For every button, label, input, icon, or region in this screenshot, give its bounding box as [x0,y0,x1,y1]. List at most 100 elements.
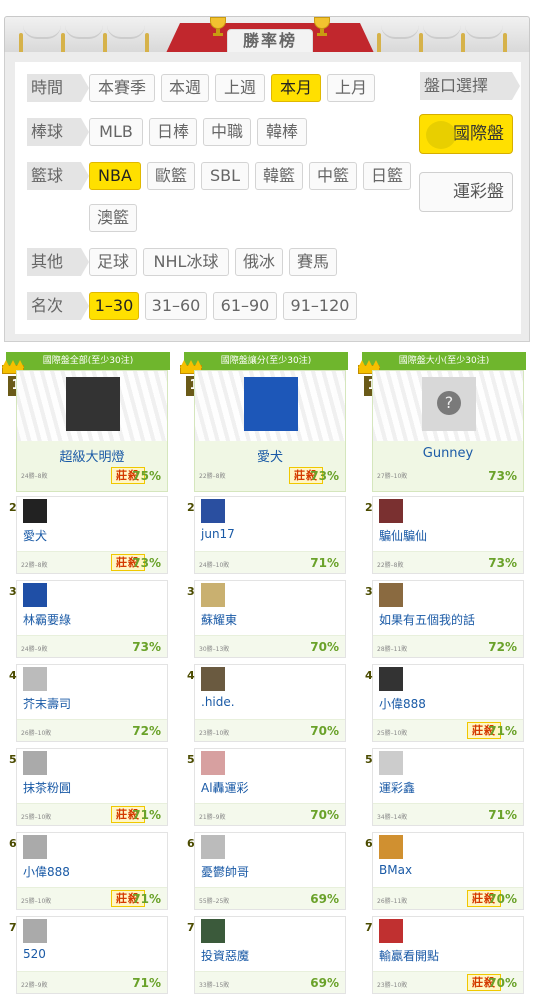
win-percentage: 70% [310,640,339,654]
filter-option-rank-91-120[interactable]: 91–120 [283,292,357,320]
rope-arc [423,25,461,39]
header-banner: 勝率榜 [4,16,530,52]
avatar[interactable] [23,583,47,607]
top-ranked-card[interactable]: 超級大明燈 24勝–8敗 莊殺 75% [16,370,168,492]
ranking-entry[interactable]: 2 愛犬 22勝–8敗 莊殺 73% [9,496,168,574]
entry-footer: 55勝–25敗 69% [195,887,345,909]
filter-option-this-month[interactable]: 本月 [271,74,321,102]
avatar[interactable] [379,583,403,607]
user-name[interactable]: 投資惡魔 [201,947,249,964]
ranking-entry[interactable]: 6 憂鬱帥哥 55勝–25敗 69% [187,832,346,910]
filter-option-mlb[interactable]: MLB [89,118,143,146]
avatar[interactable] [244,377,298,431]
filter-option-nhl[interactable]: NHL冰球 [143,248,229,276]
filter-option-soccer[interactable]: 足球 [89,248,137,276]
user-name[interactable]: 輸贏看開點 [379,947,439,964]
filter-option-last-month[interactable]: 上月 [327,74,375,102]
user-name[interactable]: 小偉888 [379,695,426,712]
filter-option-rank-1-30[interactable]: 1–30 [89,292,139,320]
user-name[interactable]: 運彩鑫 [379,779,415,796]
ranking-entry[interactable]: 6 BMax 26勝–11敗 莊殺 70% [365,832,524,910]
user-name[interactable]: Al轟運彩 [201,779,249,796]
ranking-entry[interactable]: 5 抹茶粉圓 25勝–10敗 莊殺 71% [9,748,168,826]
entry-footer: 21勝–9敗 70% [195,803,345,825]
win-percentage: 73% [488,469,517,483]
top-ranked-card[interactable]: ? Gunney 27勝–10敗 73% [372,370,524,492]
user-name[interactable]: 愛犬 [23,527,47,544]
user-name[interactable]: 520 [23,947,46,961]
filter-option-rank-61-90[interactable]: 61–90 [213,292,277,320]
ranking-entry[interactable]: 2 騙仙騙仙 22勝–8敗 73% [365,496,524,574]
ranking-entry[interactable]: 3 蘇耀東 30勝–13敗 70% [187,580,346,658]
avatar[interactable] [66,377,120,431]
crown-point [372,360,380,368]
filter-option-rank-31-60[interactable]: 31–60 [145,292,207,320]
user-name[interactable]: BMax [379,863,412,877]
avatar[interactable] [201,499,225,523]
crown-point [194,360,202,368]
user-name[interactable]: 林霸要綠 [23,611,71,628]
filter-option-kbo[interactable]: 韓棒 [257,118,307,146]
avatar[interactable] [23,751,47,775]
ranking-entry[interactable]: 6 小偉888 25勝–10敗 莊殺 71% [9,832,168,910]
avatar[interactable] [201,751,225,775]
filter-option-horse[interactable]: 賽馬 [289,248,337,276]
filter-option-cpbl[interactable]: 中職 [203,118,251,146]
user-name[interactable]: jun17 [201,527,235,541]
user-name[interactable]: 憂鬱帥哥 [201,863,249,880]
user-name[interactable]: .hide. [201,695,235,709]
win-loss-record: 22勝–8敗 [21,562,48,569]
column-header: 國際盤大小(至少30注) [362,352,526,370]
ranking-entry[interactable]: 7 投資惡魔 33勝–15敗 69% [187,916,346,994]
ranking-entry[interactable]: 3 林霸要綠 24勝–9敗 73% [9,580,168,658]
ranking-entry[interactable]: 4 芥末壽司 26勝–10敗 72% [9,664,168,742]
market-sportslottery-button[interactable]: 運彩盤 [419,172,513,212]
ranking-entry[interactable]: 5 Al轟運彩 21勝–9敗 70% [187,748,346,826]
filter-option-khl[interactable]: 俄冰 [235,248,283,276]
user-name[interactable]: 抹茶粉圓 [23,779,71,796]
ranking-entry[interactable]: 2 jun17 24勝–10敗 71% [187,496,346,574]
avatar[interactable] [379,835,403,859]
filter-option-npb[interactable]: 日棒 [149,118,197,146]
ranking-entry[interactable]: 4 小偉888 25勝–10敗 莊殺 71% [365,664,524,742]
market-international-button[interactable]: 國際盤 [419,114,513,154]
filter-option-this-week[interactable]: 本週 [161,74,209,102]
avatar[interactable] [201,919,225,943]
avatar[interactable] [379,667,403,691]
avatar[interactable]: ? [422,377,476,431]
avatar[interactable] [379,919,403,943]
filter-option-nba[interactable]: NBA [89,162,141,190]
ranking-entry[interactable]: 5 運彩鑫 34勝–14敗 71% [365,748,524,826]
user-name[interactable]: 如果有五個我的話 [379,611,475,628]
entry-footer: 22勝–8敗 莊殺 73% [17,551,167,573]
user-name[interactable]: 愛犬 [195,446,345,465]
filter-option-season[interactable]: 本賽季 [89,74,155,102]
user-name[interactable]: 蘇耀東 [201,611,237,628]
avatar[interactable] [379,499,403,523]
filter-option-bj[interactable]: 日籃 [363,162,411,190]
top-ranked-card[interactable]: 愛犬 22勝–8敗 莊殺 73% [194,370,346,492]
user-name[interactable]: 芥末壽司 [23,695,71,712]
ranking-entry[interactable]: 3 如果有五個我的話 28勝–11敗 72% [365,580,524,658]
ranking-entry[interactable]: 7 520 22勝–9敗 71% [9,916,168,994]
user-name[interactable]: 小偉888 [23,863,70,880]
avatar[interactable] [23,667,47,691]
filter-option-kbl[interactable]: 韓籃 [255,162,303,190]
avatar[interactable] [201,667,225,691]
filter-option-euro[interactable]: 歐籃 [147,162,195,190]
filter-option-cba[interactable]: 中籃 [309,162,357,190]
avatar[interactable] [201,583,225,607]
user-name[interactable]: 騙仙騙仙 [379,527,427,544]
user-name[interactable]: Gunney [373,446,523,461]
avatar[interactable] [23,919,47,943]
filter-option-nbl[interactable]: 澳籃 [89,204,137,232]
avatar[interactable] [23,499,47,523]
filter-option-sbl[interactable]: SBL [201,162,249,190]
ranking-entry[interactable]: 7 輸贏看開點 23勝–10敗 莊殺 70% [365,916,524,994]
filter-option-last-week[interactable]: 上週 [215,74,265,102]
user-name[interactable]: 超級大明燈 [17,446,167,465]
avatar[interactable] [379,751,403,775]
avatar[interactable] [23,835,47,859]
avatar[interactable] [201,835,225,859]
ranking-entry[interactable]: 4 .hide. 23勝–10敗 70% [187,664,346,742]
